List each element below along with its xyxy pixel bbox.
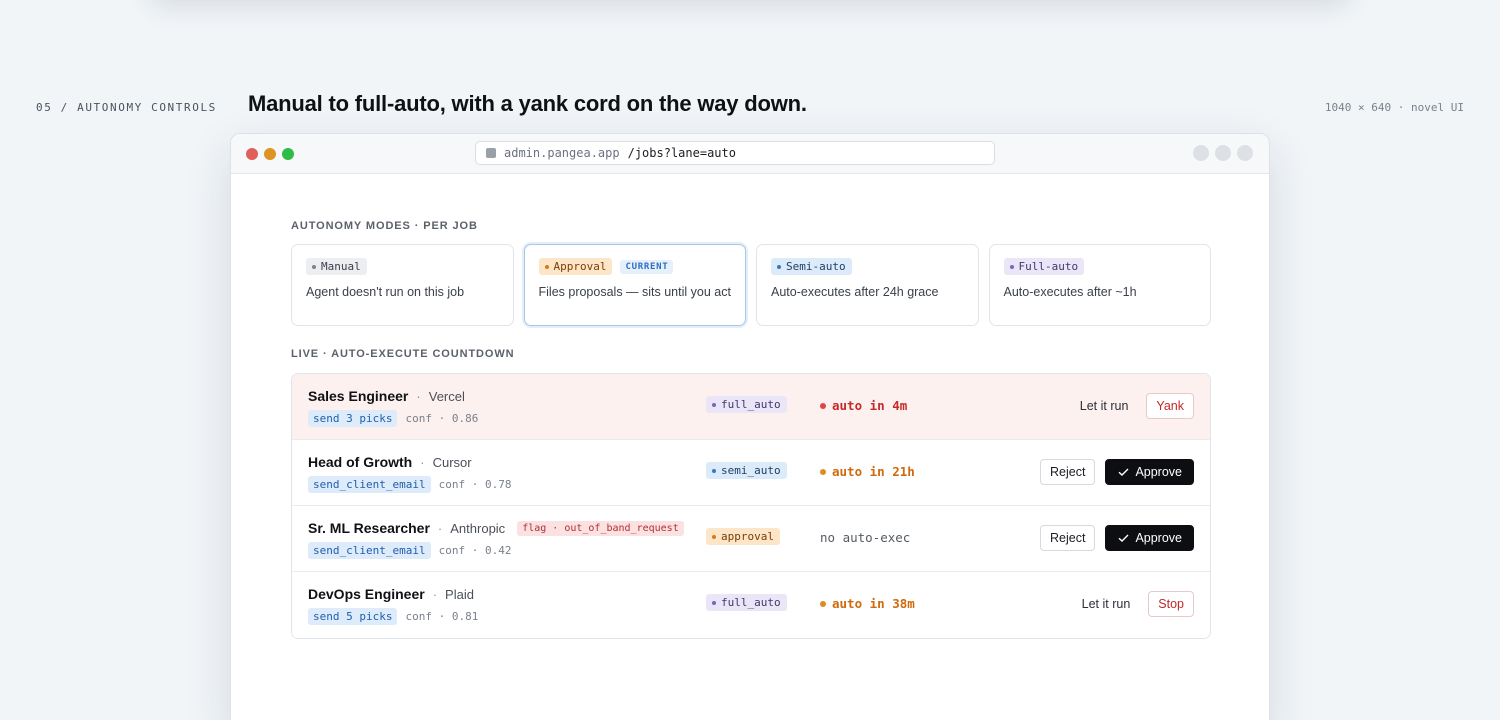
job-mode-pill: full_auto	[706, 594, 787, 611]
job-company: Plaid	[445, 586, 474, 602]
mode-card-manual[interactable]: Manual Agent doesn't run on this job	[291, 244, 514, 326]
job-title: Sales Engineer	[308, 388, 409, 404]
lock-icon	[486, 148, 496, 158]
approve-button[interactable]: Approve	[1105, 459, 1194, 485]
countdown: no auto-exec	[820, 530, 911, 545]
countdown-dot-icon	[820, 600, 826, 607]
job-title: DevOps Engineer	[308, 586, 425, 602]
autonomy-modes: Manual Agent doesn't run on this job App…	[291, 244, 1211, 326]
browser-window: admin.pangea.app /jobs?lane=auto AUTONOM…	[230, 133, 1270, 720]
check-icon	[1118, 468, 1129, 476]
mode-description: Auto-executes after 24h grace	[771, 285, 939, 299]
live-section-label: LIVE · AUTO-EXECUTE COUNTDOWN	[291, 348, 515, 360]
address-bar[interactable]: admin.pangea.app /jobs?lane=auto	[475, 141, 995, 165]
job-mode-pill: semi_auto	[706, 462, 787, 479]
job-mode-pill: approval	[706, 528, 780, 545]
job-title: Head of Growth	[308, 454, 413, 470]
confidence: conf · 0.81	[405, 610, 479, 623]
stop-button[interactable]: Stop	[1148, 591, 1194, 617]
action-tag: send_client_email	[308, 542, 431, 559]
job-title: Sr. ML Researcher	[308, 520, 430, 536]
minimize-window-dot[interactable]	[264, 148, 276, 160]
countdown: auto in 4m	[820, 398, 907, 413]
action-tag: send 3 picks	[308, 410, 398, 427]
toolbar-circle-icon[interactable]	[1237, 145, 1253, 161]
job-company: Cursor	[432, 454, 472, 470]
mode-description: Files proposals — sits until you act	[538, 285, 731, 299]
countdown: auto in 21h	[820, 464, 915, 479]
job-company: Anthropic	[450, 520, 506, 536]
job-row: DevOps Engineer · Plaid send 5 picks con…	[292, 572, 1210, 638]
mode-pill-approval: Approval	[538, 258, 613, 275]
action-tag: send 5 picks	[308, 608, 398, 625]
job-list: Sales Engineer · Vercel send 3 picks con…	[291, 373, 1211, 639]
job-mode-pill: full_auto	[706, 396, 787, 413]
mode-pill-semi-auto: Semi-auto	[771, 258, 852, 275]
separator: ·	[420, 454, 425, 470]
browser-titlebar: admin.pangea.app /jobs?lane=auto	[231, 134, 1269, 174]
confidence: conf · 0.86	[405, 412, 479, 425]
yank-button[interactable]: Yank	[1146, 393, 1194, 419]
separator: ·	[432, 586, 438, 602]
modes-section-label: AUTONOMY MODES · PER JOB	[291, 220, 478, 232]
url-path: /jobs?lane=auto	[627, 146, 736, 160]
mode-card-semi-auto[interactable]: Semi-auto Auto-executes after 24h grace	[756, 244, 979, 326]
current-mode-badge: CURRENT	[620, 259, 674, 274]
separator: ·	[437, 520, 443, 536]
maximize-window-dot[interactable]	[282, 148, 294, 160]
mode-card-full-auto[interactable]: Full-auto Auto-executes after ~1h	[988, 244, 1211, 326]
mode-pill-full-auto: Full-auto	[1003, 258, 1085, 275]
reject-button[interactable]: Reject	[1040, 459, 1096, 485]
url-host: admin.pangea.app	[504, 146, 620, 160]
countdown-dot-icon	[820, 468, 826, 475]
action-tag: send_client_email	[308, 476, 431, 493]
toolbar-circle-icon[interactable]	[1193, 145, 1209, 161]
separator: ·	[416, 388, 421, 404]
reject-button[interactable]: Reject	[1040, 525, 1096, 551]
confidence: conf · 0.42	[438, 544, 512, 557]
check-icon	[1118, 534, 1129, 542]
job-row: Head of Growth · Cursor send_client_emai…	[292, 440, 1210, 506]
countdown: auto in 38m	[820, 596, 915, 611]
job-company: Vercel	[428, 388, 465, 404]
countdown-dot-icon	[820, 402, 826, 409]
mode-description: Agent doesn't run on this job	[306, 285, 465, 299]
section-label: 05 / AUTONOMY CONTROLS	[36, 101, 217, 114]
job-row: Sr. ML Researcher · Anthropic flag · out…	[292, 506, 1210, 572]
job-row: Sales Engineer · Vercel send 3 picks con…	[292, 374, 1210, 440]
confidence: conf · 0.78	[438, 478, 512, 491]
let-it-run-button[interactable]: Let it run	[1074, 597, 1139, 611]
mode-pill-manual: Manual	[306, 258, 367, 275]
toolbar-circle-icon[interactable]	[1215, 145, 1231, 161]
let-it-run-button[interactable]: Let it run	[1072, 399, 1137, 413]
mode-description: Auto-executes after ~1h	[1003, 285, 1137, 299]
meta-note: 1040 × 640 · novel UI	[1324, 101, 1464, 114]
flag-badge: flag · out_of_band_request	[517, 520, 684, 536]
approve-button[interactable]: Approve	[1105, 525, 1194, 551]
mode-card-approval[interactable]: Approval CURRENT Files proposals — sits …	[523, 244, 746, 326]
page-headline: Manual to full-auto, with a yank cord on…	[248, 91, 807, 116]
close-window-dot[interactable]	[246, 148, 258, 160]
